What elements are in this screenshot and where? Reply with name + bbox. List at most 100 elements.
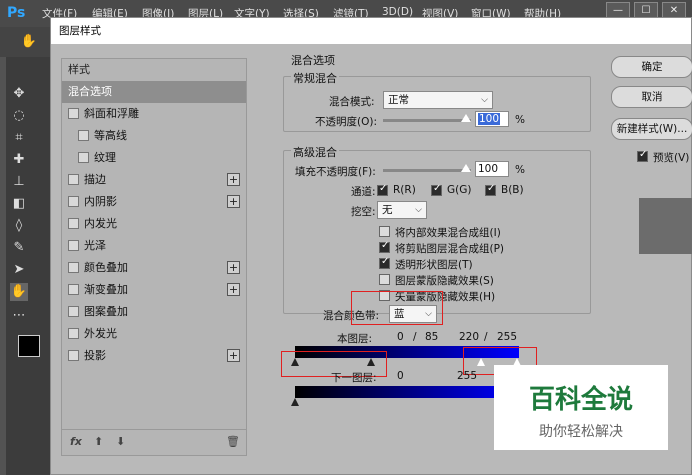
style-satin[interactable]: 光泽	[62, 235, 246, 257]
style-label: 颜色叠加	[84, 261, 128, 274]
channels-label: 通道:	[351, 186, 376, 198]
channel-g-checkbox[interactable]	[431, 183, 442, 196]
photoshop-logo: Ps	[7, 5, 26, 21]
pattern-overlay-checkbox[interactable]	[68, 306, 79, 317]
add-color-overlay-plus-icon[interactable]: +	[227, 261, 240, 274]
blend-mode-select[interactable]: 正常 ⌵	[383, 91, 493, 109]
layer-mask-hides-checkbox[interactable]	[379, 274, 390, 285]
inner-glow-checkbox[interactable]	[68, 218, 79, 229]
drop-shadow-checkbox[interactable]	[68, 350, 79, 361]
move-down-icon[interactable]: ⬇	[116, 435, 125, 448]
add-gradient-overlay-plus-icon[interactable]: +	[227, 283, 240, 296]
style-bevel-emboss[interactable]: 斜面和浮雕	[62, 103, 246, 125]
fill-opacity-slider-thumb[interactable]	[461, 164, 471, 172]
fx-icon[interactable]: fx	[70, 435, 82, 448]
transparency-shapes-checkbox[interactable]	[379, 256, 390, 269]
this-layer-sep-1: /	[413, 331, 417, 343]
this-layer-white-high: 255	[497, 331, 518, 343]
style-gradient-overlay[interactable]: 渐变叠加 +	[62, 279, 246, 301]
layer-mask-hides-label: 图层蒙版隐藏效果(S)	[395, 275, 494, 287]
add-drop-shadow-plus-icon[interactable]: +	[227, 349, 240, 362]
underlying-black-stop[interactable]	[291, 398, 299, 406]
outer-glow-checkbox[interactable]	[68, 328, 79, 339]
add-inner-shadow-plus-icon[interactable]: +	[227, 195, 240, 208]
general-blending-title: 常规混合	[291, 70, 339, 86]
eraser-tool-icon[interactable]: ◧	[10, 195, 28, 213]
blend-interior-checkbox[interactable]	[379, 226, 390, 237]
path-select-tool-icon[interactable]: ➤	[10, 261, 28, 279]
style-pattern-overlay[interactable]: 图案叠加	[62, 301, 246, 323]
more-tools-icon[interactable]: ⋯	[10, 307, 28, 325]
styles-footer: fx ⬆ ⬇ 🗑	[62, 429, 246, 455]
pen-tool-icon[interactable]: ✎	[10, 239, 28, 257]
add-stroke-plus-icon[interactable]: +	[227, 173, 240, 186]
this-layer-black-low: 0	[397, 331, 404, 343]
this-layer-label: 本图层:	[337, 333, 373, 345]
new-style-button[interactable]: 新建样式(W)...	[611, 118, 692, 140]
style-inner-glow[interactable]: 内发光	[62, 213, 246, 235]
blend-clipped-checkbox[interactable]	[379, 240, 390, 253]
style-blending-options[interactable]: 混合选项	[62, 81, 246, 103]
inner-shadow-checkbox[interactable]	[68, 196, 79, 207]
texture-checkbox[interactable]	[78, 152, 89, 163]
knockout-select[interactable]: 无 ⌵	[377, 201, 427, 219]
crop-tool-icon[interactable]: ⌗	[10, 129, 28, 147]
style-inner-shadow[interactable]: 内阴影 +	[62, 191, 246, 213]
lasso-tool-icon[interactable]: ◌	[10, 107, 28, 125]
style-label: 光泽	[84, 239, 106, 252]
blend-clipped-label: 将剪贴图层混合成组(P)	[395, 243, 505, 255]
channel-b-label: B(B)	[501, 184, 524, 196]
channel-r-checkbox[interactable]	[377, 183, 388, 196]
transparency-shapes-label: 透明形状图层(T)	[395, 259, 473, 271]
bevel-emboss-checkbox[interactable]	[68, 108, 79, 119]
preview-checkbox[interactable]	[637, 149, 648, 162]
this-layer-black-high: 85	[425, 331, 439, 343]
blend-interior-label: 将内部效果混合成组(I)	[395, 227, 501, 239]
watermark-subtitle: 助你轻松解决	[539, 424, 623, 440]
hand-tool-icon[interactable]: ✋	[10, 283, 28, 301]
opacity-input[interactable]: 100	[475, 111, 509, 127]
advanced-blending-title: 高级混合	[291, 144, 339, 160]
cancel-button[interactable]: 取消	[611, 86, 692, 108]
trash-icon[interactable]: 🗑	[226, 435, 240, 448]
styles-header[interactable]: 样式	[62, 59, 246, 81]
gradient-overlay-checkbox[interactable]	[68, 284, 79, 295]
this-layer-sep-2: /	[484, 331, 488, 343]
ok-button[interactable]: 确定	[611, 56, 692, 78]
blend-mode-value: 正常	[388, 94, 409, 106]
channel-b-checkbox[interactable]	[485, 183, 496, 196]
satin-checkbox[interactable]	[68, 240, 79, 251]
fill-opacity-input[interactable]: 100	[475, 161, 509, 177]
contour-checkbox[interactable]	[78, 130, 89, 141]
move-tool-icon[interactable]: ✥	[10, 85, 28, 103]
style-label: 纹理	[94, 151, 116, 164]
opacity-slider-thumb[interactable]	[461, 114, 471, 122]
healing-tool-icon[interactable]: ✚	[10, 151, 28, 169]
fill-opacity-value: 100	[478, 163, 499, 175]
opacity-percent: %	[515, 114, 525, 126]
style-stroke[interactable]: 描边 +	[62, 169, 246, 191]
blur-tool-icon[interactable]: ◊	[10, 217, 28, 235]
style-label: 投影	[84, 349, 106, 362]
blend-mode-label: 混合模式:	[329, 96, 375, 108]
color-overlay-checkbox[interactable]	[68, 262, 79, 273]
style-label: 内阴影	[84, 195, 117, 208]
foreground-color-swatch[interactable]	[18, 335, 40, 357]
move-up-icon[interactable]: ⬆	[94, 435, 103, 448]
hand-tool-option-icon[interactable]: ✋	[20, 33, 38, 51]
style-drop-shadow[interactable]: 投影 +	[62, 345, 246, 367]
underlying-layer-gradient	[295, 386, 519, 398]
style-outer-glow[interactable]: 外发光	[62, 323, 246, 345]
style-texture[interactable]: 纹理	[62, 147, 246, 169]
underlying-layer-label: 下一图层:	[331, 372, 377, 384]
opacity-slider-track[interactable]	[383, 119, 471, 122]
style-preview-thumbnail	[639, 198, 692, 254]
style-label: 外发光	[84, 327, 117, 340]
stamp-tool-icon[interactable]: ⊥	[10, 173, 28, 191]
style-contour[interactable]: 等高线	[62, 125, 246, 147]
fill-percent: %	[515, 164, 525, 176]
style-color-overlay[interactable]: 颜色叠加 +	[62, 257, 246, 279]
fill-opacity-slider-track[interactable]	[383, 169, 471, 172]
underlying-black: 0	[397, 370, 404, 382]
stroke-checkbox[interactable]	[68, 174, 79, 185]
